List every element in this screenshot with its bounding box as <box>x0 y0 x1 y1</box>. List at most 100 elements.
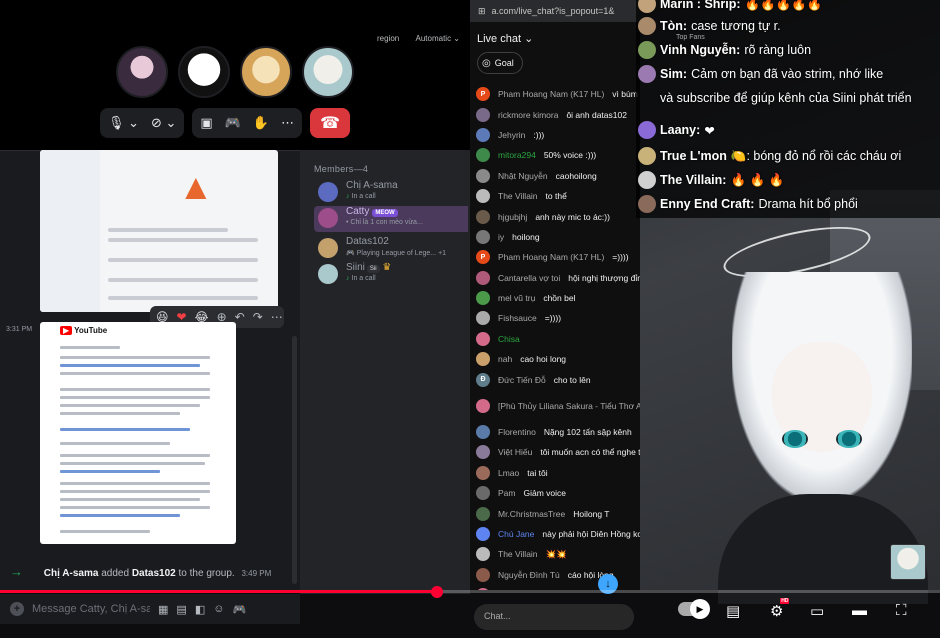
avatar[interactable] <box>476 527 490 541</box>
chat-message[interactable]: Chú Jane này phải hội Diên Hồng ko =))) <box>470 524 640 544</box>
chat-author[interactable]: The Villain <box>498 549 538 559</box>
chat-author[interactable]: Pham Hoang Nam (K17 HL) <box>498 252 604 262</box>
avatar[interactable] <box>476 107 490 122</box>
gift-icon[interactable]: ▦ <box>158 603 168 616</box>
avatar[interactable] <box>476 547 490 562</box>
avatar[interactable] <box>476 465 490 480</box>
avatar[interactable] <box>476 127 490 142</box>
chat-message[interactable]: Florentino Nặng 102 tấn sập kênh <box>470 422 640 442</box>
chat-message[interactable]: Mr.ChristmasTree Hoilong T <box>470 503 640 523</box>
mic-icon[interactable]: 🎙 ⌄ <box>108 115 139 131</box>
autoplay-toggle[interactable]: ▶ <box>678 599 710 619</box>
target-name[interactable]: Datas102 <box>132 568 176 579</box>
chat-author[interactable]: nah <box>498 354 512 364</box>
participant-avatar[interactable] <box>240 46 292 98</box>
member-item[interactable]: Datas102 🎮 Playing League of Lege... +1 <box>318 236 468 262</box>
hangup-button[interactable]: ☎ <box>310 108 351 138</box>
chat-message[interactable]: hjgubjhj anh này mic to ác:)) <box>470 206 640 226</box>
participant-avatar[interactable] <box>116 46 168 98</box>
avatar[interactable] <box>476 331 490 346</box>
activity-icon[interactable]: 🎮 <box>225 115 241 131</box>
avatar[interactable] <box>476 148 490 163</box>
avatar[interactable]: P <box>476 250 490 265</box>
avatar[interactable] <box>476 291 490 306</box>
chat-message[interactable]: Fishsauce =)))) <box>470 308 640 328</box>
avatar[interactable]: Đ <box>476 372 490 387</box>
chat-author[interactable]: Nguyễn Đình Tú <box>498 570 560 580</box>
chat-author[interactable]: hjgubjhj <box>498 212 527 222</box>
screen-share-icon[interactable]: ▣ <box>200 115 212 131</box>
chat-author[interactable]: Chisa <box>498 334 520 344</box>
avatar[interactable] <box>476 168 490 183</box>
reply-icon[interactable]: ↶ <box>235 310 245 324</box>
chat-author[interactable]: Nhật Nguyễn <box>498 171 548 181</box>
avatar[interactable] <box>476 189 490 204</box>
avatar[interactable] <box>476 311 490 326</box>
subtitles-button[interactable]: ▤ <box>726 602 740 620</box>
activity-icon[interactable]: 🎮 <box>232 603 246 616</box>
chat-message[interactable]: Việt Hiếu tôi muốn acn có thể nghe thấy v… <box>470 442 640 462</box>
chat-author[interactable]: Mr.ChristmasTree <box>498 509 565 519</box>
chat-message[interactable]: The Villain 💥💥 <box>470 544 640 564</box>
more-icon[interactable]: ⋯ <box>271 310 283 324</box>
attachment-image[interactable]: ▶ YouTube <box>40 322 236 544</box>
chat-scrollbar[interactable] <box>292 336 297 584</box>
forward-icon[interactable]: ↷ <box>253 310 263 324</box>
chat-author[interactable]: Jehyrin <box>498 130 525 140</box>
message-input[interactable]: Message Catty, Chị A-sam... <box>32 603 150 615</box>
fullscreen-button[interactable]: ⛶ <box>896 602 907 619</box>
chat-message[interactable]: mitora294 50% voice :))) <box>470 145 640 165</box>
avatar[interactable] <box>476 567 490 582</box>
avatar[interactable] <box>476 398 490 413</box>
miniplayer-button[interactable]: ▭ <box>810 602 824 620</box>
chat-message[interactable]: P Pham Hoang Nam (K17 HL) vì bùm <box>470 84 640 104</box>
chat-author[interactable]: [Phù Thủy Liliana Sakura - Tiểu Thơ Anh … <box>498 401 640 411</box>
region-value[interactable]: Automatic ⌄ <box>416 34 461 43</box>
chat-author[interactable]: Việt Hiếu <box>498 447 532 457</box>
chat-author[interactable]: Florentino <box>498 427 536 437</box>
member-item[interactable]: Catty MEOW • Chỉ là 1 con mèo vừa... <box>314 206 468 232</box>
chat-message[interactable]: Lmao tai tôi <box>470 463 640 483</box>
chat-author[interactable]: mel vũ trụ <box>498 293 535 303</box>
chat-message[interactable]: iy hoilong <box>470 227 640 247</box>
chat-message[interactable]: P Pham Hoang Nam (K17 HL) =)))) <box>470 247 640 267</box>
chat-author[interactable]: Pham Hoang Nam (K17 HL) <box>498 89 604 99</box>
region-selector[interactable]: region Automatic ⌄ <box>377 34 460 43</box>
chat-message[interactable]: Chisa <box>470 329 640 349</box>
settings-button[interactable]: ⚙ HD <box>770 598 790 620</box>
chat-author[interactable]: Fishsauce <box>498 313 537 323</box>
chat-message[interactable]: The Villain to thể <box>470 186 640 206</box>
avatar[interactable] <box>476 352 490 367</box>
avatar[interactable] <box>476 486 490 501</box>
camera-off-icon[interactable]: ⊘ ⌄ <box>151 115 176 131</box>
live-chat-title[interactable]: Live chat ⌄ <box>477 32 533 45</box>
chat-input[interactable]: Chat... <box>474 604 634 630</box>
chat-message[interactable]: Pam Giảm voice <box>470 483 640 503</box>
chat-message[interactable]: [Phù Thủy Liliana Sakura - Tiểu Thơ Anh … <box>470 390 640 422</box>
chat-author[interactable]: rickmore kimora <box>498 110 558 120</box>
chat-message[interactable]: Cantarella vợ toi hội nghị thượng đỉnh <box>470 268 640 288</box>
more-icon[interactable]: ⋯ <box>281 115 294 131</box>
actor-name[interactable]: Chị A-sama <box>44 568 99 579</box>
participant-avatar[interactable] <box>302 46 354 98</box>
avatar[interactable] <box>476 209 490 224</box>
chat-message[interactable]: rickmore kimora ôi anh datas102 <box>470 104 640 124</box>
chat-author[interactable]: Lmao <box>498 468 519 478</box>
member-item[interactable]: Siini Sii ♛ ♪ In a call <box>318 262 468 288</box>
chat-author[interactable]: The Villain <box>498 191 538 201</box>
chat-author[interactable]: Chú Jane <box>498 529 534 539</box>
goal-chip[interactable]: ◎ Goal <box>477 52 523 74</box>
attachment-image[interactable]: ▲ <box>40 150 278 312</box>
chat-message[interactable]: mel vũ trụ chồn bel <box>470 288 640 308</box>
url-bar[interactable]: ⊞ a.com/live_chat?is_popout=1& <box>470 0 640 22</box>
chat-message[interactable]: Đ Đức Tiến Đỗ cho to lên <box>470 369 640 389</box>
chat-author[interactable]: mitora294 <box>498 150 536 160</box>
chat-author[interactable]: Pam <box>498 488 515 498</box>
soundboard-icon[interactable]: ✋ <box>253 115 269 131</box>
attach-plus-icon[interactable]: + <box>10 602 24 616</box>
theater-button[interactable]: ▬ <box>852 602 867 619</box>
video-progress-bar[interactable] <box>0 590 940 593</box>
member-item[interactable]: Chị A-sama ♪ In a call <box>318 180 468 206</box>
avatar[interactable] <box>476 425 490 440</box>
avatar[interactable] <box>476 229 490 244</box>
